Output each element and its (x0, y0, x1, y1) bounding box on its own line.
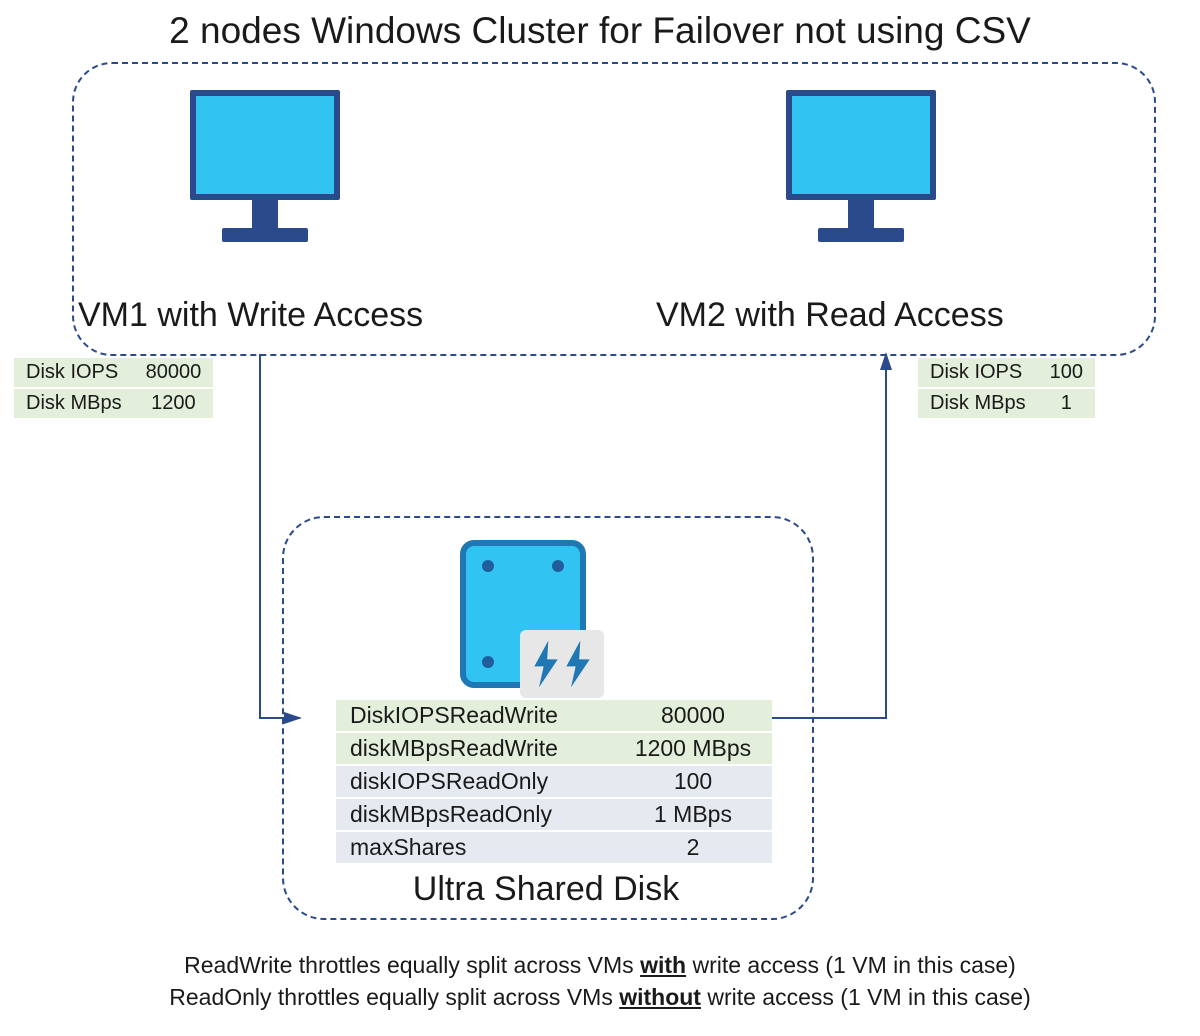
disk-row-value: 100 (614, 765, 772, 798)
diagram-title: 2 nodes Windows Cluster for Failover not… (0, 10, 1200, 52)
vm1-iops-label: Disk IOPS (14, 358, 134, 388)
monitor-icon (190, 90, 340, 242)
caption-text: write access (1 VM in this case) (701, 984, 1031, 1010)
vm1-iops-value: 80000 (134, 358, 214, 388)
disk-row-label: diskMBpsReadOnly (336, 798, 614, 831)
disk-row-label: maxShares (336, 831, 614, 864)
vm2-iops-value: 100 (1038, 358, 1095, 388)
caption-emph: with (640, 952, 686, 978)
vm1-metrics-table: Disk IOPS 80000 Disk MBps 1200 (14, 358, 213, 420)
vm1-mbps-value: 1200 (134, 388, 214, 419)
caption-emph: without (619, 984, 701, 1010)
caption-line-1: ReadWrite throttles equally split across… (0, 952, 1200, 979)
disk-row-value: 1 MBps (614, 798, 772, 831)
caption-line-2: ReadOnly throttles equally split across … (0, 984, 1200, 1011)
monitor-icon (786, 90, 936, 242)
disk-row-value: 1200 MBps (614, 732, 772, 765)
disk-row-label: diskIOPSReadOnly (336, 765, 614, 798)
vm2-metrics-table: Disk IOPS 100 Disk MBps 1 (918, 358, 1095, 420)
vm2-iops-label: Disk IOPS (918, 358, 1038, 388)
disk-metrics-table: DiskIOPSReadWrite 80000 diskMBpsReadWrit… (336, 700, 772, 865)
caption-text: write access (1 VM in this case) (686, 952, 1016, 978)
vm2-mbps-label: Disk MBps (918, 388, 1038, 419)
vm2-label: VM2 with Read Access (656, 296, 1004, 335)
disk-title: Ultra Shared Disk (282, 870, 810, 909)
caption-text: ReadWrite throttles equally split across… (184, 952, 640, 978)
lightning-icon (520, 630, 604, 698)
vm1-mbps-label: Disk MBps (14, 388, 134, 419)
disk-row-label: DiskIOPSReadWrite (336, 700, 614, 732)
ultra-disk-icon (460, 540, 590, 690)
disk-row-value: 80000 (614, 700, 772, 732)
vm1-label: VM1 with Write Access (78, 296, 423, 335)
vm2-mbps-value: 1 (1038, 388, 1095, 419)
caption-text: ReadOnly throttles equally split across … (169, 984, 619, 1010)
disk-row-label: diskMBpsReadWrite (336, 732, 614, 765)
disk-row-value: 2 (614, 831, 772, 864)
